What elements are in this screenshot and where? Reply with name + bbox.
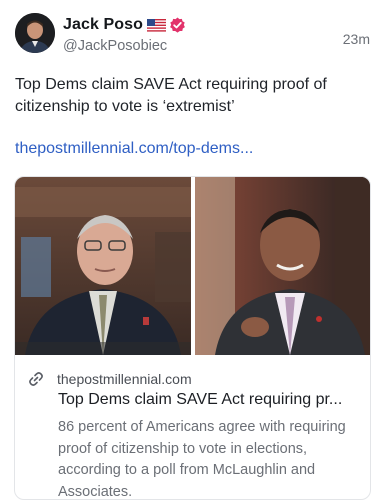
post-text: Top Dems claim SAVE Act requiring proof … (15, 76, 327, 115)
link-preview-card[interactable]: thepostmillennial.com Top Dems claim SAV… (14, 176, 371, 500)
verified-badge-icon (169, 17, 186, 34)
post-link[interactable]: thepostmillennial.com/top-dems... (15, 140, 253, 158)
link-icon (29, 372, 43, 386)
author-names: Jack Poso @JackPosobiec (63, 15, 186, 54)
post: Jack Poso @JackPosobiec 23m Top Dems cla… (0, 0, 385, 500)
card-images[interactable] (15, 177, 370, 355)
card-description: 86 percent of Americans agree with requi… (58, 419, 346, 500)
us-flag-icon (147, 18, 167, 32)
post-timestamp[interactable]: 23m (343, 31, 370, 47)
author-handle[interactable]: @JackPosobiec (63, 38, 186, 54)
avatar-image (15, 13, 55, 53)
display-name[interactable]: Jack Poso (63, 16, 143, 34)
card-domain-row: thepostmillennial.com (28, 371, 192, 387)
card-image-left (15, 177, 191, 355)
display-name-row: Jack Poso (63, 15, 186, 35)
avatar[interactable] (15, 13, 55, 53)
card-image-right (195, 177, 370, 355)
card-domain: thepostmillennial.com (57, 371, 192, 387)
post-header: Jack Poso @JackPosobiec 23m (15, 13, 375, 63)
card-title[interactable]: Top Dems claim SAVE Act requiring pr... (58, 391, 363, 409)
